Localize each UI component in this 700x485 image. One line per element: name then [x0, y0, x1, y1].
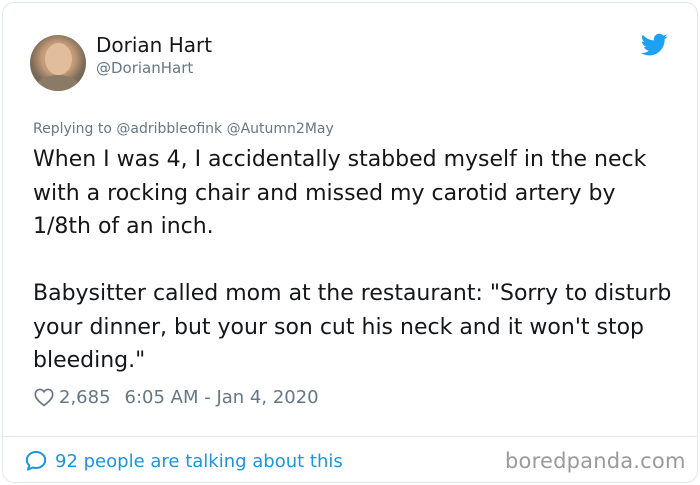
- twitter-bird-icon[interactable]: [641, 33, 668, 57]
- author-name[interactable]: Dorian Hart: [96, 33, 212, 57]
- reply-prefix: Replying to: [33, 121, 112, 137]
- avatar-shoulders: [34, 75, 82, 91]
- like-count: 2,685: [59, 386, 111, 408]
- tweet-text: When I was 4, I accidentally stabbed mys…: [33, 147, 672, 373]
- speech-bubble-icon: [25, 451, 47, 471]
- conversation-link[interactable]: 92 people are talking about this: [24, 448, 343, 474]
- divider: [3, 436, 697, 437]
- conversation-text: 92 people are talking about this: [55, 450, 343, 472]
- reply-mentions[interactable]: @adribbleofink @Autumn2May: [116, 121, 333, 137]
- author-handle[interactable]: @DorianHart: [96, 59, 193, 77]
- tweet-meta: 2,685 6:05 AM - Jan 4, 2020: [33, 385, 319, 409]
- tweet-timestamp[interactable]: 6:05 AM - Jan 4, 2020: [125, 387, 319, 408]
- avatar[interactable]: [30, 35, 86, 91]
- watermark: boredpanda.com: [505, 449, 686, 473]
- heart-icon[interactable]: [33, 386, 55, 408]
- reply-context: Replying to @adribbleofink @Autumn2May: [33, 121, 334, 137]
- avatar-head: [45, 43, 72, 75]
